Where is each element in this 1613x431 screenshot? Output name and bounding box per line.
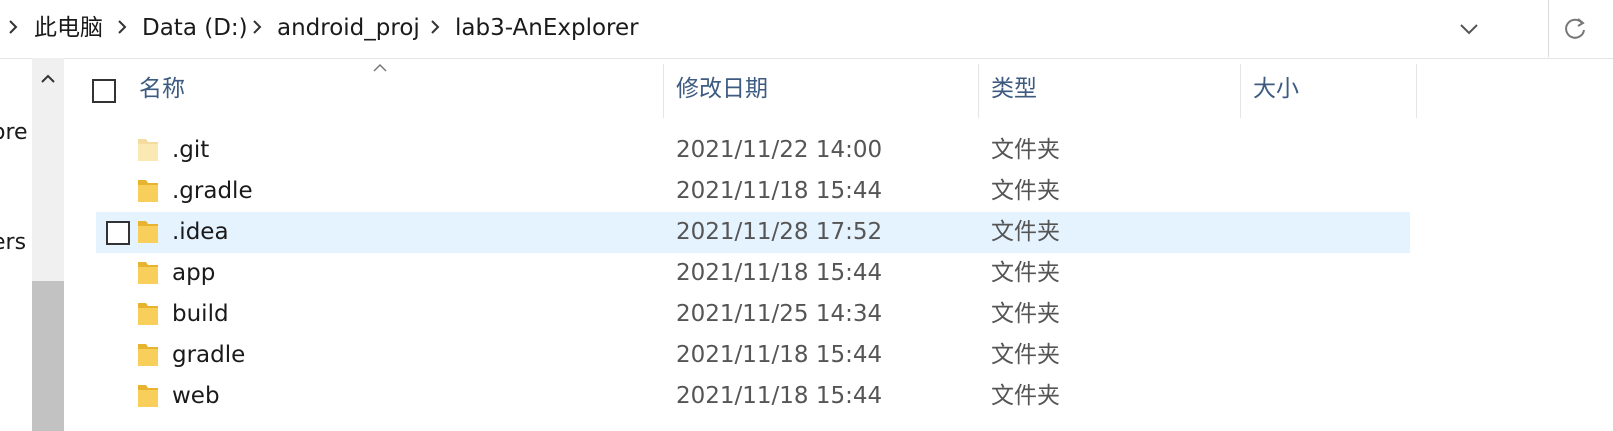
nav-scrollbar[interactable]: [32, 58, 64, 431]
column-modified[interactable]: 修改日期: [676, 58, 768, 118]
chevron-down-icon[interactable]: [1457, 19, 1481, 39]
file-row[interactable]: build 2021/11/25 14:34 文件夹: [96, 294, 1410, 335]
file-type: 文件夹: [991, 219, 1060, 245]
file-type: 文件夹: [991, 342, 1060, 368]
file-modified: 2021/11/18 15:44: [676, 342, 883, 368]
folder-icon: [138, 139, 158, 161]
breadcrumb-item-this-pc[interactable]: 此电脑: [34, 12, 103, 44]
file-name[interactable]: gradle: [172, 335, 245, 376]
column-divider[interactable]: [978, 64, 979, 118]
file-type: 文件夹: [991, 301, 1060, 327]
breadcrumb[interactable]: 此电脑 Data (D:) android_proj lab3-AnExplor…: [0, 0, 1549, 57]
chevron-right-icon[interactable]: [430, 20, 440, 34]
file-row[interactable]: .gradle 2021/11/18 15:44 文件夹: [96, 171, 1410, 212]
column-size[interactable]: 大小: [1253, 58, 1299, 118]
file-name[interactable]: web: [172, 376, 220, 417]
file-row[interactable]: app 2021/11/18 15:44 文件夹: [96, 253, 1410, 294]
folder-icon: [138, 385, 158, 407]
row-checkbox[interactable]: [106, 221, 130, 245]
file-name[interactable]: app: [172, 253, 215, 294]
chevron-right-icon[interactable]: [8, 20, 18, 34]
column-name[interactable]: 名称: [139, 58, 185, 118]
address-bar[interactable]: 此电脑 Data (D:) android_proj lab3-AnExplor…: [0, 0, 1613, 59]
select-all-checkbox[interactable]: [92, 79, 116, 103]
file-name[interactable]: .git: [172, 130, 209, 171]
navigation-pane[interactable]: ore ers: [0, 58, 32, 431]
file-modified: 2021/11/18 15:44: [676, 260, 883, 286]
folder-icon: [138, 262, 158, 284]
file-modified: 2021/11/22 14:00: [676, 137, 883, 163]
file-modified: 2021/11/18 15:44: [676, 383, 883, 409]
scrollbar-thumb[interactable]: [32, 281, 64, 431]
nav-item-label[interactable]: ore: [0, 120, 28, 145]
file-type: 文件夹: [991, 137, 1060, 163]
breadcrumb-item-project[interactable]: android_proj: [277, 12, 420, 44]
file-name[interactable]: .gradle: [172, 171, 253, 212]
folder-icon: [138, 344, 158, 366]
file-row[interactable]: .git 2021/11/22 14:00 文件夹: [96, 130, 1410, 171]
file-type: 文件夹: [991, 260, 1060, 286]
refresh-icon[interactable]: [1560, 14, 1590, 44]
column-divider[interactable]: [1240, 64, 1241, 118]
nav-item-label[interactable]: ers: [0, 230, 26, 255]
folder-icon: [138, 303, 158, 325]
breadcrumb-item-current[interactable]: lab3-AnExplorer: [455, 12, 639, 44]
chevron-right-icon[interactable]: [117, 20, 127, 34]
sort-up-icon: [373, 63, 387, 72]
file-modified: 2021/11/28 17:52: [676, 219, 883, 245]
column-divider[interactable]: [663, 64, 664, 118]
folder-icon: [138, 221, 158, 243]
file-row[interactable]: gradle 2021/11/18 15:44 文件夹: [96, 335, 1410, 376]
file-modified: 2021/11/18 15:44: [676, 178, 883, 204]
file-type: 文件夹: [991, 178, 1060, 204]
file-row[interactable]: web 2021/11/18 15:44 文件夹: [96, 376, 1410, 417]
chevron-right-icon[interactable]: [252, 20, 262, 34]
file-type: 文件夹: [991, 383, 1060, 409]
breadcrumb-item-drive[interactable]: Data (D:): [142, 12, 248, 44]
file-name[interactable]: .idea: [172, 212, 229, 253]
file-modified: 2021/11/25 14:34: [676, 301, 883, 327]
folder-icon: [138, 180, 158, 202]
scroll-up-icon[interactable]: [32, 58, 64, 98]
column-header: 名称 修改日期 类型 大小: [66, 58, 1613, 118]
column-type[interactable]: 类型: [991, 58, 1037, 118]
column-divider[interactable]: [1416, 64, 1417, 118]
file-name[interactable]: build: [172, 294, 229, 335]
file-row[interactable]: .idea 2021/11/28 17:52 文件夹: [96, 212, 1410, 253]
